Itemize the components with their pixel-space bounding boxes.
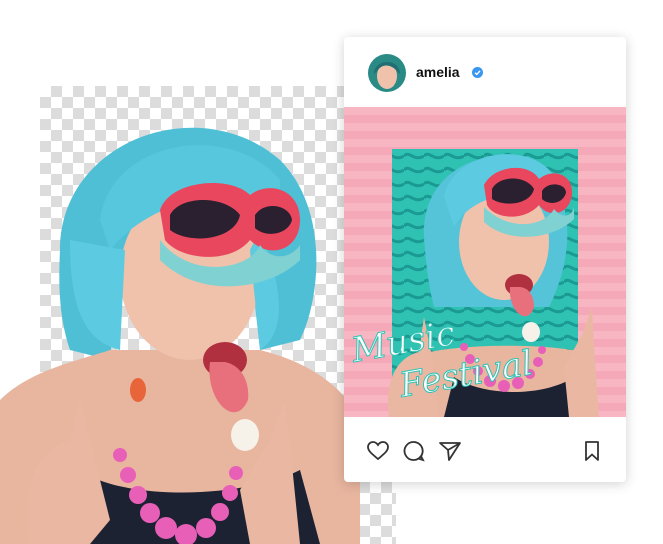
post-actions [344,417,626,482]
bookmark-icon[interactable] [580,439,604,463]
heart-icon[interactable] [366,439,390,463]
post-image[interactable]: Music Festival [344,107,626,417]
username[interactable]: amelia [416,64,460,80]
cutout-photo [0,127,360,544]
post-header: amelia [344,37,626,107]
share-icon[interactable] [438,439,462,463]
comment-icon[interactable] [402,439,426,463]
post-card: amelia Music Festival [344,37,626,482]
verified-badge-icon [472,67,483,78]
avatar[interactable] [368,54,406,92]
